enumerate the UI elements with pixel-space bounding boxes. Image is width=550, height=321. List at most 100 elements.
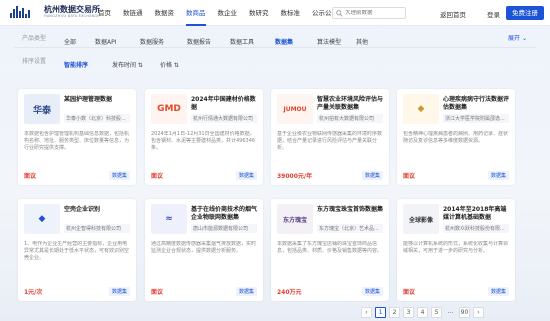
product-description: 2024年1月1日-12月31日全国建材价格数据，包含钢材、水泥等主要建材品类，… [151, 131, 256, 151]
product-description: 基于企业级农业物联网传感器采集的环境时序数据，结合产量记录进行风险评估与产量关联… [277, 131, 383, 151]
sort-row: 排序设置 智能排序 发布时间 ⇅ 价格 ⇅ [0, 53, 550, 70]
product-card[interactable]: 华泰 某园护理管理数据 华泰小数（北京）科技股... 本数据包含护理管理机构基础信息数… [18, 89, 136, 185]
product-price: 面议 [403, 173, 416, 180]
expand-button[interactable]: 展开 ⌄ [508, 33, 527, 42]
sort-option[interactable]: 智能排序 [64, 60, 88, 69]
product-title[interactable]: 东方瑰宝珠宝首饰数据集 [317, 206, 383, 214]
type-option[interactable]: 其他 [356, 37, 368, 46]
product-title[interactable]: 2014年至2018年高端媒计算机基础数据 [443, 206, 509, 222]
product-price: 面议 [151, 173, 164, 180]
product-type-tag: 数据集 [487, 287, 509, 296]
product-title[interactable]: 基于在线价商技术的烟气企业物联网数据集 [191, 206, 257, 222]
product-price: 面议 [403, 289, 416, 296]
product-card[interactable]: ◆ 空壳企业识别 杭州企智得科技有限公司 1、电作为企业生产经营的主要指标，企业用电异… [18, 199, 136, 301]
register-button[interactable]: 免费注册 [506, 6, 544, 20]
product-type-tag: 数据集 [487, 171, 509, 180]
product-card[interactable]: GMD 2024年中国建材价格数据杭州行情通大数据有限公司 2024年1月1日-12… [145, 89, 263, 185]
type-option[interactable]: 数据集 [275, 37, 293, 46]
product-company: 浙江大学医学院附属邵逸... [443, 114, 509, 123]
product-type-tag: 数据集 [235, 171, 257, 180]
product-card[interactable]: 全球影像 2014年至2018年高端媒计算机基础数据杭州数众跃科技股份有限... 能… [397, 199, 515, 301]
product-thumbnail: ◆ [24, 204, 60, 234]
product-thumbnail: ◆ [403, 94, 439, 124]
logo-icon [10, 6, 40, 19]
nav-item[interactable]: 数研究 [249, 0, 269, 26]
sort-option[interactable]: 价格 ⇅ [160, 60, 179, 69]
product-company: 杭州数众跃科技股份有限... [443, 224, 509, 233]
product-price: 面议 [151, 289, 164, 296]
product-price: 240万元 [277, 289, 302, 296]
product-thumbnail: 全球影像 [403, 204, 439, 234]
sort-label: 排序设置 [22, 57, 47, 65]
prev-page-button[interactable]: ‹ [361, 307, 372, 318]
product-title[interactable]: 心理疾病病守行法数据评估数据集 [443, 96, 509, 112]
page-button[interactable]: 5 [431, 307, 442, 318]
logo[interactable]: 杭州数据交易所 HANGZHOU DATA EXCHANGE [10, 6, 100, 19]
product-thumbnail: ≈ [151, 204, 187, 234]
product-description: 能够以计算机系统的形式，系统化收集与计算领域相关，可用于进一步的研究与分析。 [403, 241, 509, 254]
product-company: 杭州企智得科技有限公司 [64, 224, 130, 233]
product-card[interactable]: JUMOU 智慧农业环境风险评估与产量关联数据集杭州拍有大数据有限公司基于企业级农… [271, 89, 389, 185]
product-description: 本数据包含护理管理机构基础信息数据，包括机构名称、地址、服务类型、床位数量等信息… [24, 131, 130, 151]
logo-subtitle: HANGZHOU DATA EXCHANGE [44, 14, 100, 18]
product-title[interactable]: 2024年中国建材价格数据 [191, 96, 257, 112]
product-thumbnail: 华泰 [24, 94, 60, 124]
product-type-tag: 数据集 [108, 171, 130, 180]
search-icon [336, 9, 343, 17]
chevron-down-icon: ⌄ [521, 34, 527, 42]
page-button[interactable]: 4 [417, 307, 428, 318]
nav-item[interactable]: 数链通 [123, 0, 143, 26]
type-option[interactable]: 全部 [64, 37, 76, 46]
nav-item[interactable]: 首页 [98, 0, 111, 26]
logo-title: 杭州数据交易所 [44, 5, 100, 14]
product-company: 东方瑰宝（北京）艺术品... [317, 224, 383, 233]
login-link[interactable]: 登录 [487, 9, 500, 19]
nav-item[interactable]: 数商品 [186, 0, 206, 26]
product-card[interactable]: ≈ 基于在线价商技术的烟气企业物联网数据集唐山市能源数据有限公司通过高精度数据传感… [145, 199, 263, 301]
product-title[interactable]: 智慧农业环境风险评估与产量关联数据集 [317, 96, 383, 112]
page-button[interactable]: 2 [389, 307, 400, 318]
type-option[interactable]: 数据工具 [230, 37, 254, 46]
product-type-tag: 数据集 [361, 287, 383, 296]
type-option[interactable]: 数据报告 [187, 37, 211, 46]
nav-item[interactable]: 数据资 [155, 0, 175, 26]
nav-item[interactable]: 数企业 [218, 0, 238, 26]
product-card[interactable]: ◆ 心理疾病病守行法数据评估数据集浙江大学医学院附属邵逸... 包含精神心理疾病患者… [397, 89, 515, 185]
product-thumbnail: GMD [151, 94, 187, 124]
type-filter-row: 产品类型 全部 数据API 数据服务 数据报告 数据工具 数据集 算法模型 其他 展开 ⌄ [0, 30, 550, 47]
product-title[interactable]: 空壳企业识别 [64, 206, 130, 214]
product-company: 杭州行情通大数据有限公司 [191, 114, 257, 123]
product-title[interactable]: 某园护理管理数据 [64, 96, 130, 104]
pagination: ‹ 1 2 3 4 5... 90 › [361, 307, 487, 318]
product-type-tag: 数据集 [108, 287, 130, 296]
product-price: 39000元/年 [277, 173, 313, 180]
product-type-tag: 数据集 [235, 287, 257, 296]
type-option[interactable]: 算法模型 [317, 37, 341, 46]
product-company: 唐山市能源数据有限公司 [191, 224, 257, 233]
next-page-button[interactable]: › [473, 307, 484, 318]
product-description: 通过高精度数据传感器采集烟气排放数据，实时监测企业合规状态，提供数据分析服务。 [151, 241, 257, 254]
product-price: 面议 [24, 173, 37, 180]
product-price: 1元/次 [24, 289, 43, 296]
type-filter-label: 产品类型 [22, 34, 47, 42]
page-button[interactable]: 1 [375, 307, 386, 318]
page-ellipsis: ... [447, 308, 454, 315]
type-option[interactable]: 数据API [95, 37, 117, 46]
product-company: 杭州拍有大数据有限公司 [317, 114, 383, 123]
page-button[interactable]: 90 [459, 307, 470, 318]
product-description: 本数据采集了东方瑰宝店铺的珠宝首饰商品信息，包括品类、材质、价格及销售数据等内容… [277, 241, 383, 254]
product-thumbnail: JUMOU [277, 94, 313, 124]
top-navbar: 杭州数据交易所 HANGZHOU DATA EXCHANGE 首页 数链通 数据资数… [0, 0, 550, 26]
search-input[interactable] [345, 10, 405, 16]
page-button[interactable]: 3 [403, 307, 414, 318]
product-card[interactable]: 东方瑰宝 东方瑰宝珠宝首饰数据集 东方瑰宝（北京）艺术品... 本数据采集了东方瑰宝店… [271, 199, 389, 301]
search-box[interactable] [332, 7, 406, 19]
product-thumbnail: 东方瑰宝 [277, 204, 313, 234]
type-option[interactable]: 数据服务 [140, 37, 164, 46]
sort-option[interactable]: 发布时间 ⇅ [112, 60, 143, 69]
back-home-link[interactable]: 返回首页 [440, 9, 466, 19]
product-description: 1、电作为企业生产经营的主要指标，企业用电异常尤其是长期处于低水平状态，可有效识… [24, 241, 130, 261]
product-company: 华泰小数（北京）科技股... [64, 114, 130, 123]
product-description: 包含精神心理疾病患者的病例、用药记录、症状随访及复诊信息等多维度数据资源。 [403, 131, 509, 144]
nav-item[interactable]: 数标准 [281, 0, 301, 26]
